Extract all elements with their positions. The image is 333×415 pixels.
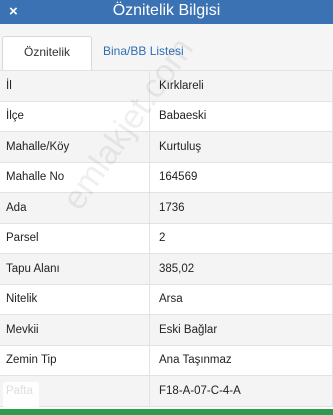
row-value: Arsa (149, 283, 333, 315)
row-value: 2 (149, 222, 333, 254)
table-row: İlçe Babaeski (0, 100, 333, 132)
row-value: Kurtuluş (149, 131, 333, 163)
table-row: Parsel 2 (0, 222, 333, 254)
title-bar: × Öznitelik Bilgisi (0, 0, 333, 24)
row-key: Nitelik (0, 283, 150, 315)
row-value: 385,02 (149, 253, 333, 285)
page-title: Öznitelik Bilgisi (112, 2, 221, 19)
row-key: Ada (0, 192, 150, 224)
row-value: Eski Bağlar (149, 314, 333, 346)
table-row: Mahalle/Köy Kurtuluş (0, 131, 333, 163)
row-value: 164569 (149, 161, 333, 193)
row-value: Babaeski (149, 100, 333, 132)
row-value: 1736 (149, 192, 333, 224)
row-key: İlçe (0, 100, 150, 132)
bottom-bar (0, 409, 333, 415)
row-key: Mahalle No (0, 161, 150, 193)
table-row: Tapu Alanı 385,02 (0, 253, 333, 285)
table-row: Zemin Tip Ana Taşınmaz (0, 344, 333, 376)
tab-bina-bb-listesi[interactable]: Bina/BB Listesi (95, 36, 192, 70)
row-key: Mahalle/Köy (0, 131, 150, 163)
table-row: Mahalle No 164569 (0, 161, 333, 193)
row-key: Mevkii (0, 314, 150, 346)
row-value: Kırklareli (149, 70, 333, 102)
row-value: F18-A-07-C-4-A (149, 375, 333, 407)
tab-bar: Öznitelik Bilgisi Bina/BB Listesi (0, 24, 333, 89)
row-key: İl (0, 70, 150, 102)
row-value: Ana Taşınmaz (149, 344, 333, 376)
tab-oznitelik-bilgisi[interactable]: Öznitelik Bilgisi (2, 36, 92, 89)
table-row: İl Kırklareli (0, 70, 333, 102)
logo-badge (3, 382, 39, 408)
table-row: Mevkii Eski Bağlar (0, 314, 333, 346)
table-row: Ada 1736 (0, 192, 333, 224)
row-key: Tapu Alanı (0, 253, 150, 285)
table-row: Nitelik Arsa (0, 283, 333, 315)
row-key: Zemin Tip (0, 344, 150, 376)
row-key: Parsel (0, 222, 150, 254)
attribute-table: İl Kırklareli İlçe Babaeski Mahalle/Köy … (0, 70, 333, 407)
table-row: Pafta F18-A-07-C-4-A (0, 375, 333, 407)
